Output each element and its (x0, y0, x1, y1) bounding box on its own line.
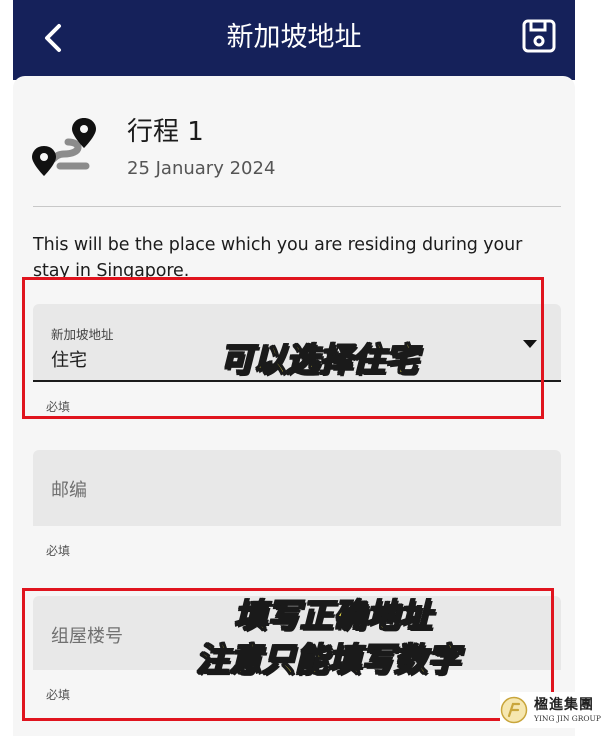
annotation-select-residence: 可以选择住宅 (219, 339, 419, 380)
watermark-en: YING JIN GROUP (534, 714, 601, 723)
page-title: 新加坡地址 (226, 22, 362, 53)
trip-date: 25 January 2024 (127, 158, 276, 179)
postal-code-input[interactable]: 邮编 (33, 450, 561, 526)
annotation-digits-only: 注意只能填写数字 (195, 639, 461, 680)
divider (33, 206, 561, 207)
watermark-cn: 楹進集團 (534, 697, 594, 713)
trip-title: 行程 1 (127, 117, 204, 147)
group-logo-icon (500, 696, 528, 724)
save-icon[interactable] (521, 18, 557, 54)
annotation-fill-address: 填写正确地址 (233, 595, 433, 636)
watermark-logo: 楹進集團 YING JIN GROUP (500, 692, 604, 728)
postal-code-placeholder: 邮编 (51, 480, 87, 501)
postal-code-helper: 必填 (46, 544, 71, 558)
route-pin-icon (32, 118, 96, 176)
top-app-bar: 新加坡地址 (13, 0, 575, 80)
